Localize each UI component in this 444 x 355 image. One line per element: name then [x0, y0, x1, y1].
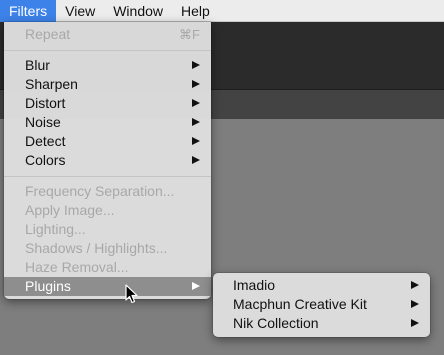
submenu-item-nik-collection[interactable]: Nik Collection	[213, 314, 430, 333]
menubar-view[interactable]: View	[56, 0, 104, 22]
menu-item-label: Blur	[25, 57, 50, 73]
menu-item-label: Imadio	[233, 277, 276, 293]
menu-item-label: Nik Collection	[233, 315, 319, 331]
menu-item-label: Noise	[25, 114, 61, 130]
menu-item-noise[interactable]: Noise	[4, 113, 211, 132]
menu-item-colors[interactable]: Colors	[4, 151, 211, 170]
submenu-arrow-icon	[411, 281, 419, 289]
menu-item-frequency-separation: Frequency Separation...	[25, 183, 175, 199]
menu-separator	[4, 50, 211, 51]
submenu-arrow-icon	[411, 319, 419, 327]
menu-item-label: Detect	[25, 133, 66, 149]
submenu-arrow-icon	[192, 61, 200, 69]
mouse-pointer-icon	[125, 284, 138, 304]
menu-item-blur[interactable]: Blur	[4, 56, 211, 75]
menubar-filters[interactable]: Filters	[0, 0, 57, 22]
filters-menu: Repeat ⌘F Blur Sharpen Distort Noise Det…	[4, 22, 211, 299]
menu-item-lighting: Lighting...	[25, 221, 86, 237]
submenu-arrow-icon	[192, 282, 200, 290]
submenu-arrow-icon	[411, 300, 419, 308]
menubar: Filters View Window Help	[0, 0, 444, 22]
menu-item-sharpen[interactable]: Sharpen	[4, 75, 211, 94]
submenu-item-macphun-creative-kit[interactable]: Macphun Creative Kit	[213, 295, 430, 314]
plugins-submenu: Imadio Macphun Creative Kit Nik Collecti…	[213, 273, 430, 337]
menubar-window[interactable]: Window	[104, 0, 172, 22]
menu-item-label: Repeat	[25, 26, 71, 42]
menu-item-plugins[interactable]: Plugins	[4, 277, 211, 296]
menu-item-shadows-highlights: Shadows / Highlights...	[25, 240, 168, 256]
menu-item-distort[interactable]: Distort	[4, 94, 211, 113]
menu-item-label: Macphun Creative Kit	[233, 296, 367, 312]
menu-item-label: Sharpen	[25, 76, 78, 92]
menu-item-detect[interactable]: Detect	[4, 132, 211, 151]
submenu-arrow-icon	[192, 137, 200, 145]
shortcut-label: ⌘F	[179, 27, 200, 42]
submenu-item-imadio[interactable]: Imadio	[213, 276, 430, 295]
submenu-arrow-icon	[192, 156, 200, 164]
menu-item-haze-removal: Haze Removal...	[25, 259, 129, 275]
submenu-arrow-icon	[192, 99, 200, 107]
menu-item-label: Plugins	[25, 278, 71, 294]
menu-separator	[4, 176, 211, 177]
menu-item-apply-image: Apply Image...	[25, 202, 115, 218]
menu-item-repeat: Repeat ⌘F	[4, 25, 211, 44]
submenu-arrow-icon	[192, 118, 200, 126]
menu-item-label: Distort	[25, 95, 66, 111]
submenu-arrow-icon	[192, 80, 200, 88]
menu-item-label: Colors	[25, 152, 66, 168]
menubar-help[interactable]: Help	[172, 0, 219, 22]
